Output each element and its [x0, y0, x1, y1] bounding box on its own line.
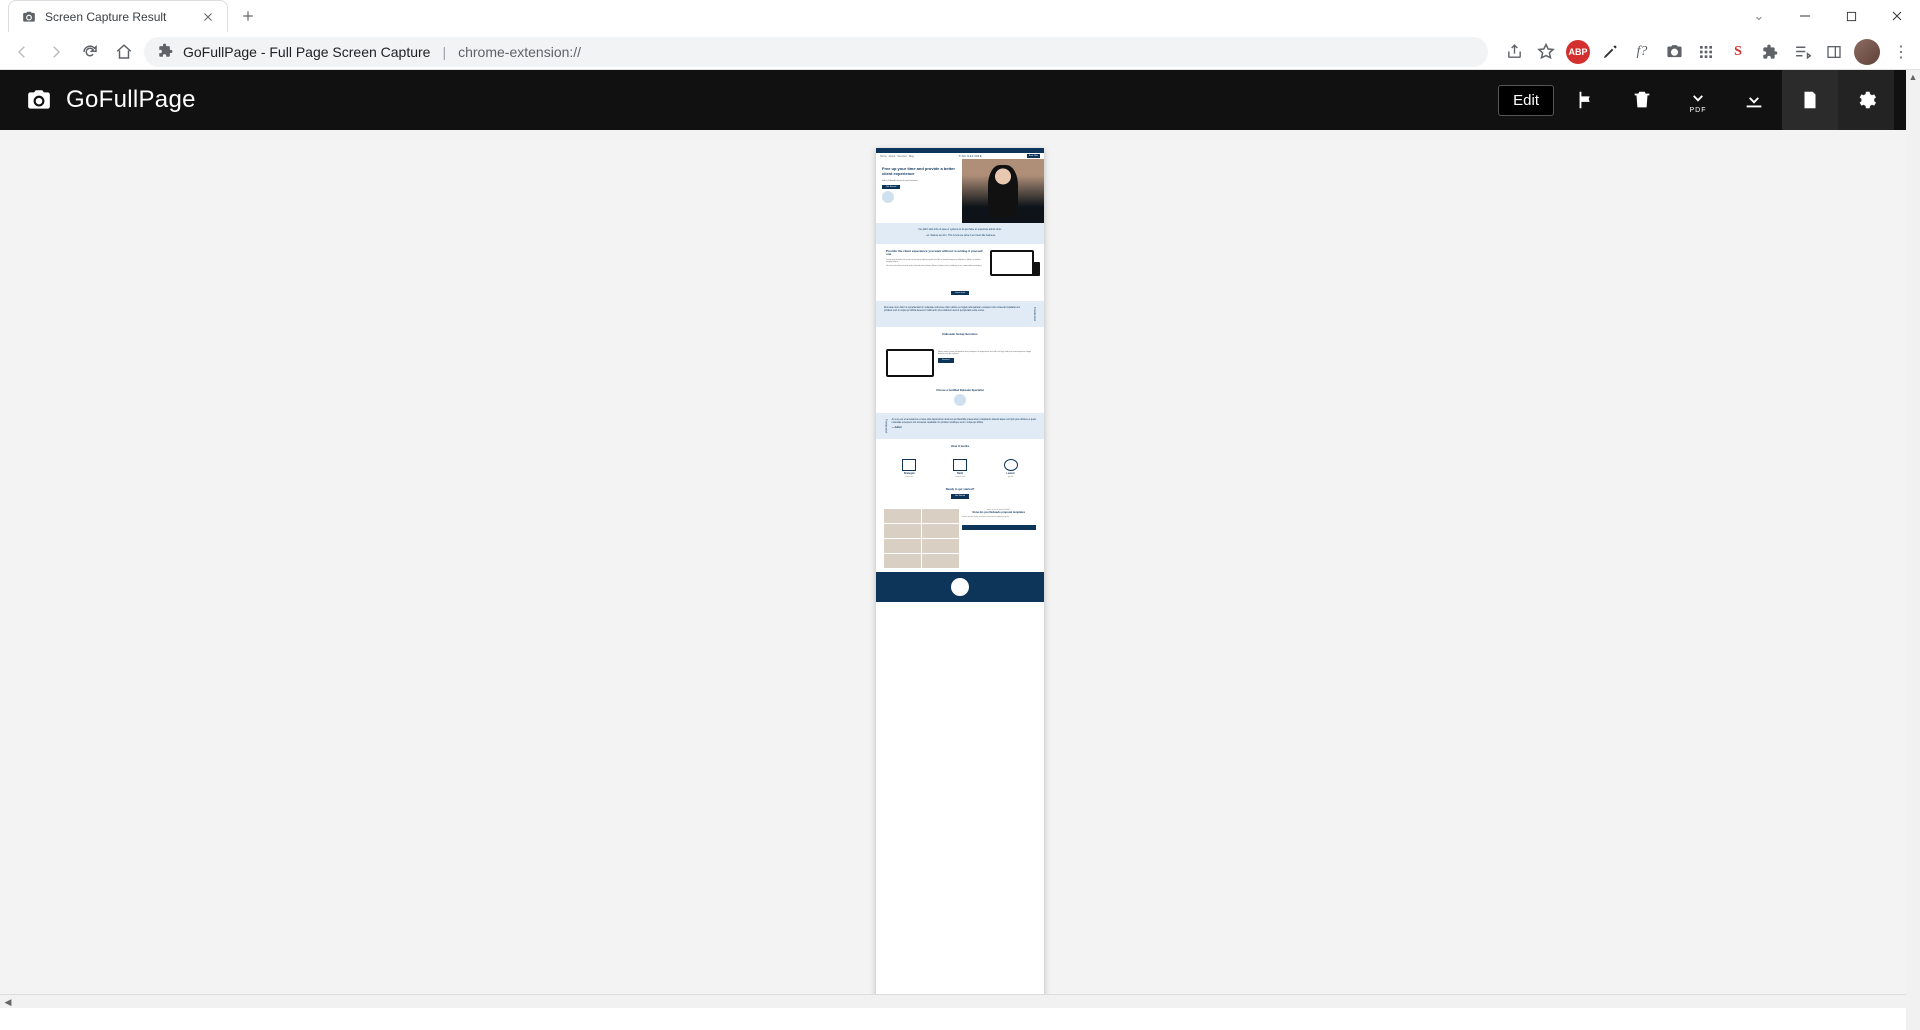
scroll-left-icon[interactable]: ◀ — [0, 995, 16, 1008]
delete-button[interactable] — [1614, 70, 1670, 130]
capture-templates: want to try it yourself first? Done-for-… — [876, 505, 1044, 572]
browser-tabstrip: Screen Capture Result ⌄ — [0, 0, 1920, 34]
color-picker-icon[interactable] — [1598, 40, 1622, 64]
bookmark-star-icon[interactable] — [1534, 40, 1558, 64]
new-tab-button[interactable] — [234, 2, 262, 30]
apps-grid-icon[interactable] — [1694, 40, 1718, 64]
build-icon — [953, 459, 967, 471]
capture-section-1: Provide the client experience you want w… — [876, 244, 1044, 282]
browser-toolbar: GoFullPage - Full Page Screen Capture | … — [0, 34, 1920, 70]
download-image-button[interactable] — [1726, 70, 1782, 130]
scroll-up-icon[interactable]: ▲ — [1906, 70, 1920, 84]
toolbar-right: ABP f? S ⋮ — [1502, 39, 1912, 65]
app-header: GoFullPage Edit PDF — [0, 70, 1920, 130]
extensions-puzzle-icon[interactable] — [1758, 40, 1782, 64]
adblock-icon[interactable]: ABP — [1566, 40, 1590, 64]
playlist-icon[interactable] — [1790, 40, 1814, 64]
omnibox-protocol: chrome-extension:// — [458, 44, 581, 60]
laptop-mockup-icon — [886, 349, 934, 377]
templates-cta-bar — [962, 525, 1037, 530]
launch-icon — [1004, 459, 1018, 471]
chevron-down-icon[interactable]: ⌄ — [1736, 0, 1782, 32]
browser-tab[interactable]: Screen Capture Result — [8, 0, 228, 32]
capture-hero: Free up your time and provide a better c… — [876, 159, 1044, 223]
whatfont-icon[interactable]: f? — [1630, 40, 1654, 64]
minimize-button[interactable] — [1782, 0, 1828, 32]
capture-services: Dubsado Setup Services — [876, 327, 1044, 343]
app-actions: Edit PDF — [1494, 70, 1894, 130]
settings-button[interactable] — [1838, 70, 1894, 130]
testimonial-label: Testimonial — [1032, 307, 1036, 321]
capture-band: You didn't start a life of ease or syste… — [876, 223, 1044, 244]
capture-footer — [876, 572, 1044, 602]
app-name: GoFullPage — [66, 86, 196, 114]
flag-button[interactable] — [1558, 70, 1614, 130]
sidepanel-icon[interactable] — [1822, 40, 1846, 64]
window-controls: ⌄ — [1736, 0, 1920, 32]
hero-photo — [962, 159, 1044, 223]
kebab-menu-icon[interactable]: ⋮ — [1888, 40, 1912, 64]
files-button[interactable] — [1782, 70, 1838, 130]
vertical-scrollbar[interactable]: ▲ — [1906, 70, 1920, 1030]
app-brand[interactable]: GoFullPage — [26, 86, 196, 114]
close-icon[interactable] — [201, 10, 215, 24]
horizontal-scrollbar[interactable]: ◀ ▶ — [0, 994, 1920, 1008]
captured-page-thumbnail[interactable]: Home About Services Blog TINA DEFIORE Bo… — [876, 148, 1044, 1008]
address-bar[interactable]: GoFullPage - Full Page Screen Capture | … — [144, 37, 1488, 67]
s-extension-icon[interactable]: S — [1726, 40, 1750, 64]
profile-avatar[interactable] — [1854, 39, 1880, 65]
tab-title: Screen Capture Result — [45, 10, 193, 24]
maximize-button[interactable] — [1828, 0, 1874, 32]
reload-button[interactable] — [76, 38, 104, 66]
device-mockup-icon — [990, 250, 1034, 276]
cert-badge-icon — [954, 394, 966, 406]
home-button[interactable] — [110, 38, 138, 66]
share-icon[interactable] — [1502, 40, 1526, 64]
camera-icon — [21, 9, 37, 25]
badge-icon — [882, 191, 894, 203]
forward-button[interactable] — [42, 38, 70, 66]
close-window-button[interactable] — [1874, 0, 1920, 32]
footer-badge-icon — [951, 578, 969, 596]
download-pdf-button[interactable]: PDF — [1670, 70, 1726, 130]
omnibox-separator: | — [442, 44, 446, 60]
omnibox-site: GoFullPage - Full Page Screen Capture — [183, 44, 430, 60]
capture-how-it-works: Strategizeplan it out Buildmake it real … — [876, 455, 1044, 482]
edit-button[interactable]: Edit — [1494, 70, 1558, 130]
back-button[interactable] — [8, 38, 36, 66]
screenshot-ext-icon[interactable] — [1662, 40, 1686, 64]
extension-icon — [158, 43, 173, 61]
strategize-icon — [902, 459, 916, 471]
capture-canvas[interactable]: Home About Services Blog TINA DEFIORE Bo… — [0, 130, 1920, 1008]
camera-icon — [26, 87, 52, 113]
